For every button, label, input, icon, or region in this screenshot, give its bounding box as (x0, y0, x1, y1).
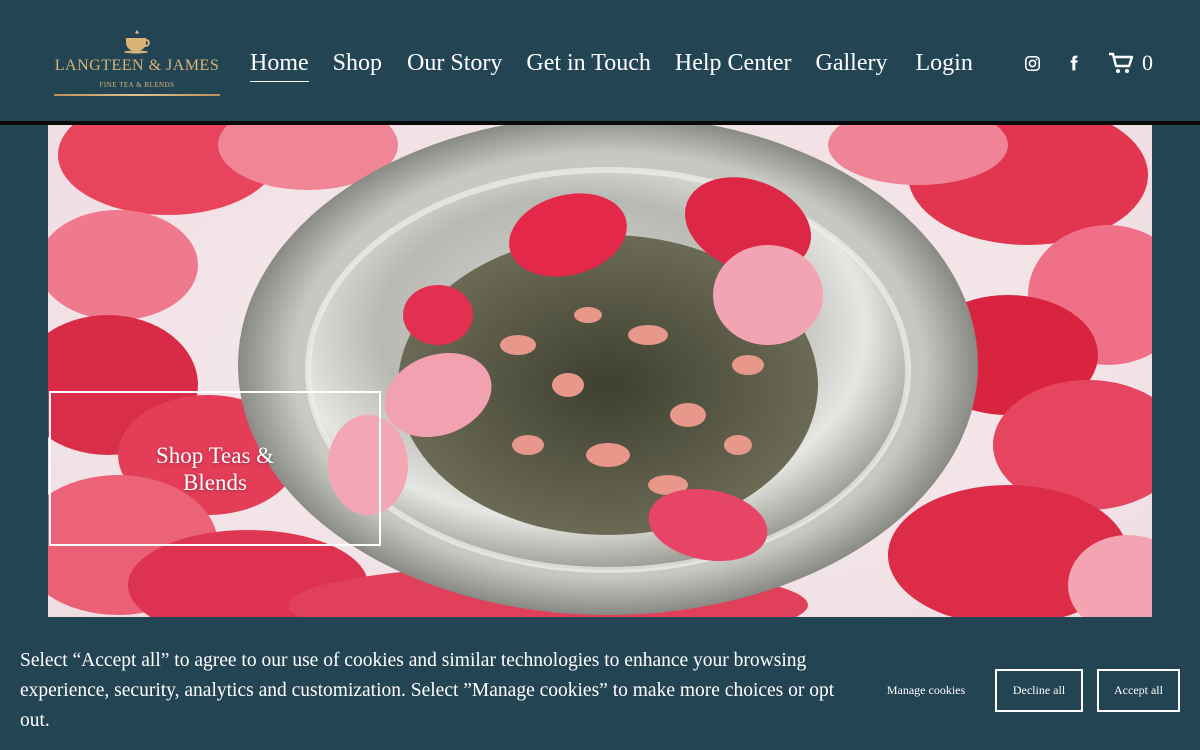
instagram-icon (1024, 55, 1040, 71)
shop-teas-button[interactable]: Shop Teas & Blends (49, 391, 381, 546)
nav-item-login[interactable]: Login (915, 48, 972, 82)
nav-item-gallery[interactable]: Gallery (816, 48, 888, 82)
cart-count: 0 (1142, 50, 1153, 75)
cart-icon (1109, 52, 1134, 73)
accept-all-button[interactable]: Accept all (1097, 669, 1180, 712)
cart-button[interactable]: 0 (1108, 49, 1153, 77)
nav-item-get-in-touch[interactable]: Get in Touch (526, 48, 651, 82)
nav-item-our-story[interactable]: Our Story (407, 48, 502, 82)
brand-name: LANGTEEN & JAMES (54, 57, 220, 74)
teacup-icon (124, 30, 150, 54)
hero-image: Shop Teas & Blends (48, 125, 1152, 617)
facebook-link[interactable] (1063, 52, 1085, 74)
nav-item-help-center[interactable]: Help Center (675, 48, 792, 82)
nav-item-shop[interactable]: Shop (333, 48, 382, 82)
site-header: LANGTEEN & JAMES FINE TEA & BLENDS Home … (0, 0, 1200, 121)
nav-item-home[interactable]: Home (250, 48, 309, 82)
cookie-message: Select “Accept all” to agree to our use … (20, 650, 835, 731)
logo-underline (54, 94, 220, 96)
manage-cookies-button[interactable]: Manage cookies (876, 683, 976, 698)
brand-logo[interactable]: LANGTEEN & JAMES FINE TEA & BLENDS (52, 28, 222, 108)
main-nav: Home Shop Our Story Get in Touch Help Ce… (250, 48, 973, 82)
shop-teas-label: Shop Teas & Blends (155, 442, 275, 495)
cookie-banner: Select “Accept all” to agree to our use … (0, 626, 1200, 750)
brand-tagline: FINE TEA & BLENDS (99, 81, 175, 89)
decline-all-button[interactable]: Decline all (995, 669, 1083, 712)
instagram-link[interactable] (1021, 52, 1043, 74)
facebook-icon (1070, 55, 1078, 71)
